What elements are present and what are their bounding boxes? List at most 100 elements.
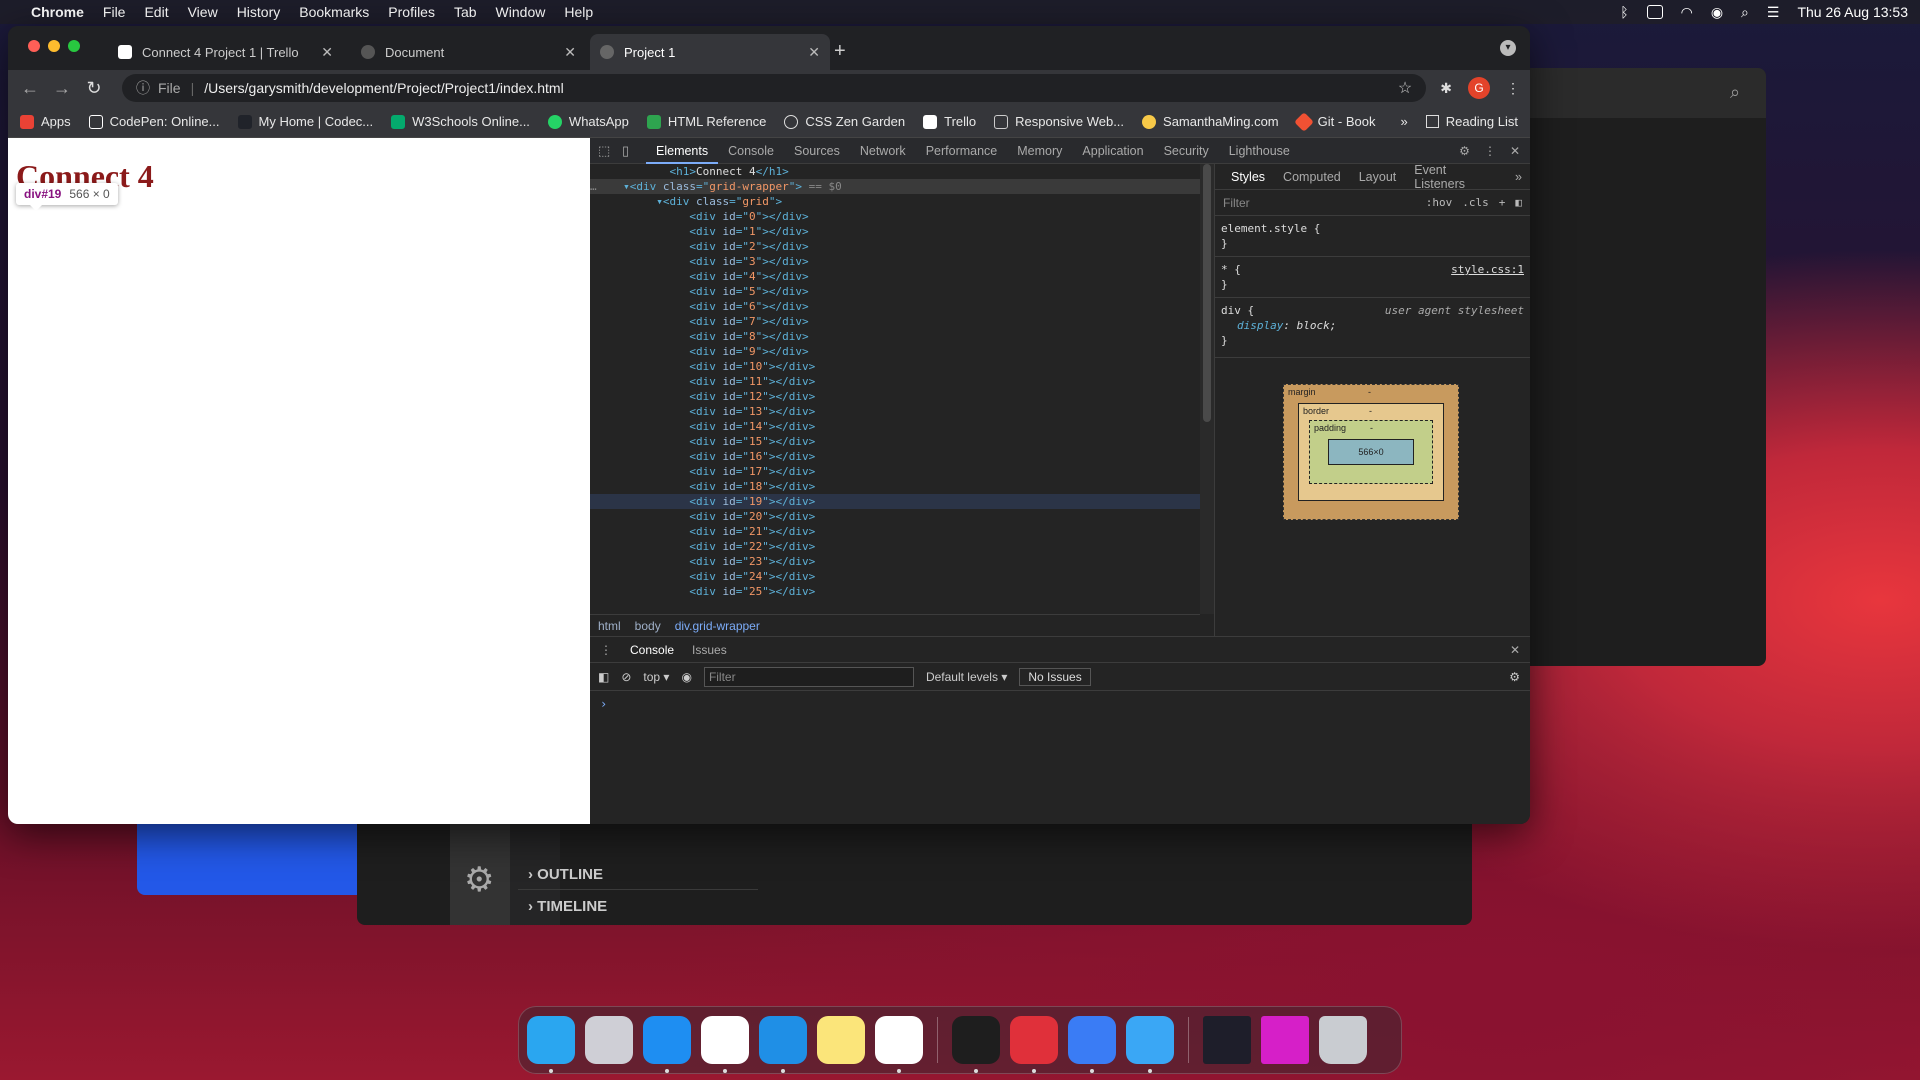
zoom-window-button[interactable] xyxy=(68,40,80,52)
devtools-tab-elements[interactable]: Elements xyxy=(646,138,719,164)
tab-document[interactable]: Document ✕ xyxy=(351,34,586,70)
dock-terminal-icon[interactable] xyxy=(952,1016,1000,1073)
user-icon[interactable]: ◉ xyxy=(1711,4,1723,21)
rule-source-link[interactable]: style.css:1 xyxy=(1451,262,1524,277)
rule-element-style[interactable]: element.style { } xyxy=(1215,216,1530,257)
dom-node-grid-cell[interactable]: <div id="0"></div> xyxy=(590,209,1200,224)
devtools-tab-network[interactable]: Network xyxy=(850,138,916,164)
styles-tab-event-listeners[interactable]: Event Listeners xyxy=(1406,163,1505,191)
address-bar[interactable]: ⓘ File | /Users/garysmith/development/Pr… xyxy=(122,74,1427,102)
inspect-element-icon[interactable]: ⬚ xyxy=(598,143,616,159)
devtools-panel[interactable]: ⬚ ▯ Elements Console Sources Network Per… xyxy=(590,138,1530,824)
dom-node-h1[interactable]: <h1>Connect 4</h1> xyxy=(590,164,1200,179)
bluetooth-icon[interactable]: ᛒ xyxy=(1620,4,1628,20)
menu-file[interactable]: File xyxy=(103,4,126,20)
bookmark-codecademy[interactable]: My Home | Codec... xyxy=(237,114,373,129)
bookmark-codepen[interactable]: CodePen: Online... xyxy=(88,114,220,129)
rule-declaration[interactable]: display: block; xyxy=(1221,318,1524,333)
devtools-tab-memory[interactable]: Memory xyxy=(1007,138,1072,164)
dom-node-grid-cell[interactable]: <div id="18"></div> xyxy=(590,479,1200,494)
devtools-tab-console[interactable]: Console xyxy=(718,138,784,164)
dock-sketch-icon[interactable] xyxy=(1068,1016,1116,1073)
styles-filter-input[interactable]: Filter xyxy=(1223,196,1250,210)
menu-edit[interactable]: Edit xyxy=(144,4,168,20)
breadcrumb-body[interactable]: body xyxy=(635,619,661,633)
dom-node-grid-cell[interactable]: <div id="24"></div> xyxy=(590,569,1200,584)
dom-node-grid-cell[interactable]: <div id="14"></div> xyxy=(590,419,1200,434)
dom-node-grid-cell[interactable]: <div id="8"></div> xyxy=(590,329,1200,344)
dock-slack-icon[interactable] xyxy=(875,1016,923,1073)
scrollbar-thumb[interactable] xyxy=(1203,164,1211,422)
breadcrumb-grid-wrapper[interactable]: div.grid-wrapper xyxy=(675,619,760,633)
devtools-close-icon[interactable]: ✕ xyxy=(1510,144,1520,158)
reload-button[interactable]: ↻ xyxy=(82,78,106,99)
control-center-icon[interactable]: ☰ xyxy=(1767,4,1780,21)
extensions-icon[interactable]: ✱ xyxy=(1440,80,1452,97)
dom-node-grid-cell[interactable]: <div id="19"></div> xyxy=(590,494,1200,509)
hov-toggle[interactable]: :hov xyxy=(1426,196,1453,209)
outline-section[interactable]: › OUTLINE xyxy=(518,860,758,890)
new-rule-icon[interactable]: + xyxy=(1499,196,1506,209)
devtools-tab-sources[interactable]: Sources xyxy=(784,138,850,164)
bookmark-git-book[interactable]: Git - Book xyxy=(1293,111,1375,132)
wifi-icon[interactable]: ◠ xyxy=(1681,4,1693,21)
styles-tab-computed[interactable]: Computed xyxy=(1275,170,1349,184)
dom-node-grid-cell[interactable]: <div id="12"></div> xyxy=(590,389,1200,404)
dom-node-grid-cell[interactable]: <div id="5"></div> xyxy=(590,284,1200,299)
menu-window[interactable]: Window xyxy=(496,4,546,20)
toggle-sidebar-icon[interactable]: ◧ xyxy=(1515,196,1522,209)
dom-node-grid-wrapper[interactable]: … ▾<div class="grid-wrapper"> == $0 xyxy=(590,179,1200,194)
dock-chrome-icon[interactable] xyxy=(701,1016,749,1073)
styles-tab-layout[interactable]: Layout xyxy=(1351,170,1405,184)
drawer-menu-icon[interactable]: ⋮ xyxy=(600,643,612,657)
bookmark-w3schools[interactable]: W3Schools Online... xyxy=(391,114,530,129)
back-button[interactable]: ← xyxy=(18,78,42,99)
dock-vscode-icon[interactable] xyxy=(759,1016,807,1073)
dock-bear-icon[interactable] xyxy=(1010,1016,1058,1073)
bookmark-responsive-web[interactable]: Responsive Web... xyxy=(994,114,1124,129)
dock-notes-icon[interactable] xyxy=(817,1016,865,1064)
dom-node-grid-cell[interactable]: <div id="11"></div> xyxy=(590,374,1200,389)
menu-app-name[interactable]: Chrome xyxy=(31,4,84,20)
new-tab-button[interactable]: + xyxy=(834,40,846,63)
battery-icon[interactable] xyxy=(1646,5,1663,19)
dom-node-grid[interactable]: ▾<div class="grid"> xyxy=(590,194,1200,209)
dom-node-grid-cell[interactable]: <div id="23"></div> xyxy=(590,554,1200,569)
devtools-menu-icon[interactable]: ⋮ xyxy=(1484,144,1496,158)
gear-icon[interactable]: ⚙ xyxy=(464,860,494,900)
rule-div[interactable]: div { display: block; } user agent style… xyxy=(1215,298,1530,353)
dom-node-grid-cell[interactable]: <div id="4"></div> xyxy=(590,269,1200,284)
tab-project-1[interactable]: Project 1 ✕ xyxy=(590,34,830,70)
dom-tree[interactable]: <h1>Connect 4</h1> … ▾<div class="grid-w… xyxy=(590,164,1200,614)
dock-finder-icon[interactable] xyxy=(527,1016,575,1073)
tab-search-icon[interactable]: ▾ xyxy=(1500,40,1516,56)
device-toolbar-icon[interactable]: ▯ xyxy=(622,143,640,159)
menu-tab[interactable]: Tab xyxy=(454,4,477,20)
dom-node-grid-cell[interactable]: <div id="25"></div> xyxy=(590,584,1200,599)
box-model-content[interactable]: 566×0 xyxy=(1328,439,1414,465)
dom-node-grid-cell[interactable]: <div id="15"></div> xyxy=(590,434,1200,449)
dom-node-grid-cell[interactable]: <div id="7"></div> xyxy=(590,314,1200,329)
menu-bookmarks[interactable]: Bookmarks xyxy=(299,4,369,20)
drawer-tab-console[interactable]: Console xyxy=(630,643,674,657)
bookmark-star-icon[interactable]: ☆ xyxy=(1398,78,1412,98)
dom-node-grid-cell[interactable]: <div id="20"></div> xyxy=(590,509,1200,524)
dock-window-thumb-2[interactable] xyxy=(1261,1016,1309,1064)
devtools-tab-performance[interactable]: Performance xyxy=(916,138,1008,164)
chrome-menu-icon[interactable]: ⋮ xyxy=(1506,80,1520,97)
console-settings-icon[interactable]: ⚙ xyxy=(1509,670,1520,684)
reading-list-button[interactable]: Reading List xyxy=(1446,114,1518,129)
console-filter-input[interactable]: Filter xyxy=(703,666,914,687)
dom-node-grid-cell[interactable]: <div id="3"></div> xyxy=(590,254,1200,269)
styles-tab-styles[interactable]: Styles xyxy=(1223,170,1273,184)
minimize-window-button[interactable] xyxy=(48,40,60,52)
bookmark-css-zen-garden[interactable]: CSS Zen Garden xyxy=(784,114,905,129)
dom-node-grid-cell[interactable]: <div id="6"></div> xyxy=(590,299,1200,314)
timeline-section[interactable]: › TIMELINE xyxy=(518,892,758,922)
dom-tree-scrollbar[interactable] xyxy=(1200,164,1214,614)
bookmark-apps[interactable]: Apps xyxy=(20,114,71,129)
web-page-viewport[interactable]: Connect 4 div#19 566 × 0 xyxy=(8,138,590,824)
chrome-window[interactable]: Connect 4 Project 1 | Trello ✕ Document … xyxy=(8,26,1530,824)
info-icon[interactable]: ⓘ xyxy=(136,78,150,98)
styles-more-tabs[interactable]: » xyxy=(1507,170,1530,184)
